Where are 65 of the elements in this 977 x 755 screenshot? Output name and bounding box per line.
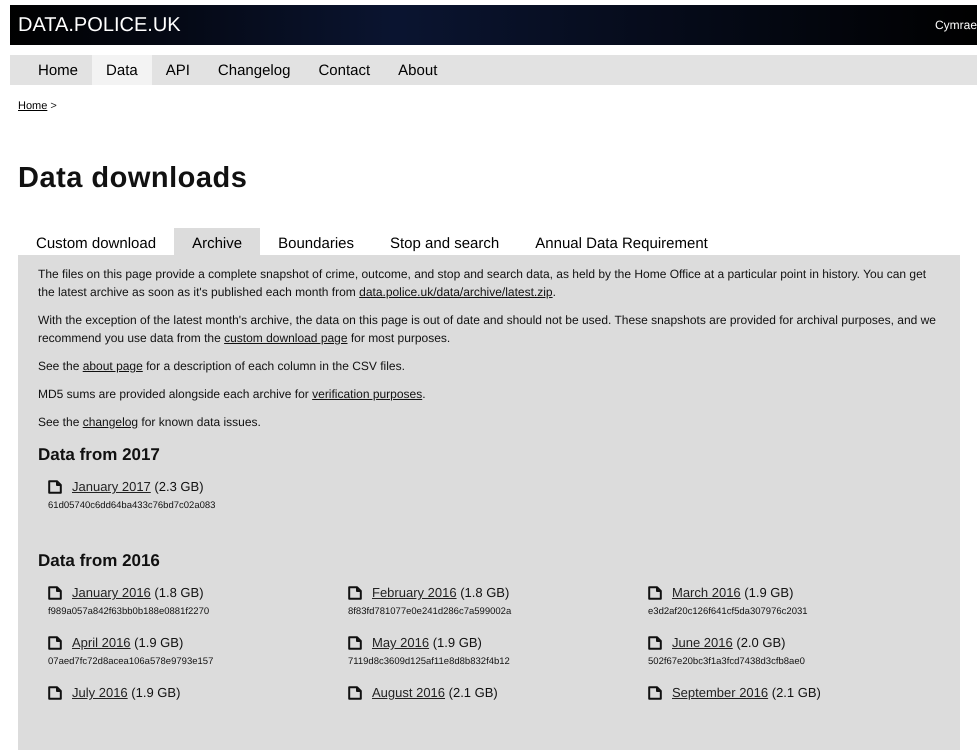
md5-hash: 8f83fd781077e0e241d286c7a599002a <box>348 606 512 617</box>
file-size: (1.9 GB) <box>432 635 482 650</box>
paragraph: The files on this page provide a complete snapshot of crime, outcome, and stop and search data, as held by the Home Office at a particular point in history. You can get the latest archive as soon as it's published each month from data.police.uk/data/archive/latest.zip. <box>38 266 928 301</box>
md5-hash: 502f67e20bc3f1a3fcd7438d3cfb8ae0 <box>648 656 806 667</box>
text-link[interactable]: changelog <box>82 415 138 429</box>
md5-hash: 7119d8c3609d125af11e8d8b832f4b12 <box>348 656 511 667</box>
text-link[interactable]: verification purposes <box>312 387 422 401</box>
page-title: Data downloads <box>18 162 248 196</box>
file-link[interactable]: May 2016 <box>372 635 430 650</box>
paragraph: With the exception of the latest month's archive, the data on this page is out of date and should not be used. These snapshots are provided for archival purposes, and we recommend you use data from the custom download page for most purposes. <box>38 312 937 347</box>
md5-hash: e3d2af20c126f641cf5da307976c2031 <box>648 606 809 617</box>
breadcrumb-separator: > <box>50 100 57 112</box>
file-icon <box>48 686 62 700</box>
text-link[interactable]: custom download page <box>224 331 348 345</box>
file-size: (1.9 GB) <box>744 585 794 600</box>
nav-tab[interactable]: API <box>152 55 204 85</box>
section-heading: Data from 2016 <box>38 551 161 571</box>
text-link[interactable]: about page <box>82 359 143 373</box>
language-link[interactable]: Cymrae <box>934 18 977 32</box>
file-size: (2.1 GB) <box>448 685 498 700</box>
file-size: (2.1 GB) <box>772 685 821 700</box>
nav-tab[interactable]: Home <box>24 55 92 85</box>
md5-hash: f989a057a842f63bb0b188e0881f2270 <box>48 606 210 617</box>
file-link[interactable]: March 2016 <box>672 585 741 600</box>
file-icon <box>348 586 362 600</box>
file-icon <box>48 480 62 494</box>
site-title[interactable]: DATA.POLICE.UK <box>18 14 181 36</box>
file-link[interactable]: September 2016 <box>672 685 768 700</box>
file-link[interactable]: June 2016 <box>672 635 733 650</box>
nav-tab[interactable]: About <box>384 55 452 85</box>
paragraph: See the about page for a description of each column in the CSV files. <box>38 358 406 375</box>
file-size: (2.3 GB) <box>154 479 204 494</box>
breadcrumb-link[interactable]: Home <box>18 100 48 112</box>
file-icon <box>648 636 662 650</box>
tab[interactable]: Boundaries <box>260 228 372 255</box>
paragraph: See the changelog for known data issues. <box>38 414 262 431</box>
md5-hash: 07aed7fc72d8acea106a578e9793e157 <box>48 656 214 667</box>
tab[interactable]: Custom download <box>18 228 174 255</box>
file-size: (1.9 GB) <box>134 635 184 650</box>
nav-tab[interactable]: Changelog <box>204 55 304 85</box>
file-size: (2.0 GB) <box>736 635 786 650</box>
file-link[interactable]: August 2016 <box>372 685 446 700</box>
tab[interactable]: Stop and search <box>372 228 518 255</box>
file-icon <box>648 586 662 600</box>
file-icon <box>48 586 62 600</box>
file-link[interactable]: January 2016 <box>72 585 151 600</box>
section-heading: Data from 2017 <box>38 445 161 465</box>
file-link[interactable]: April 2016 <box>72 635 131 650</box>
file-icon <box>48 636 62 650</box>
tab[interactable]: Annual Data Requirement <box>517 228 726 255</box>
file-icon <box>348 636 362 650</box>
md5-hash: 61d05740c6dd64ba433c76bd7c02a083 <box>48 500 216 511</box>
file-icon <box>348 686 362 700</box>
tab[interactable]: Archive <box>174 228 260 255</box>
file-icon <box>648 686 662 700</box>
file-size: (1.9 GB) <box>131 685 180 700</box>
text-link[interactable]: data.police.uk/data/archive/latest.zip <box>359 285 553 299</box>
nav-tab[interactable]: Data <box>92 55 152 85</box>
nav-tab[interactable]: Contact <box>304 55 384 85</box>
file-link[interactable]: July 2016 <box>72 685 128 700</box>
paragraph: MD5 sums are provided alongside each archive for verification purposes. <box>38 386 427 403</box>
file-link[interactable]: January 2017 <box>72 479 151 494</box>
file-size: (1.8 GB) <box>460 585 510 600</box>
file-size: (1.8 GB) <box>154 585 204 600</box>
file-link[interactable]: February 2016 <box>372 585 457 600</box>
